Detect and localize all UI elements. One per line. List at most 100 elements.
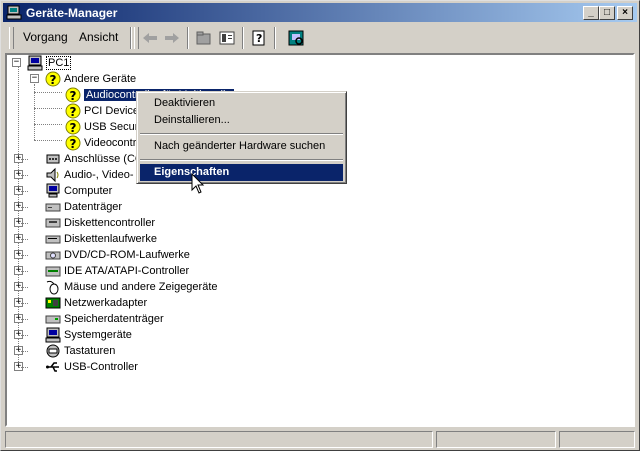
menu-item-deinstallieren[interactable]: Deinstallieren... <box>140 112 343 129</box>
usb-icon <box>46 362 59 372</box>
network-adapter-icon <box>45 297 61 309</box>
status-pane-main <box>5 431 433 448</box>
status-bar <box>5 431 635 448</box>
close-button[interactable]: × <box>617 6 633 20</box>
properties-view-icon <box>219 31 235 45</box>
tree-item-label: IDE ATA/ATAPI-Controller <box>64 265 190 277</box>
mouse-icon <box>46 280 59 295</box>
window-title: Geräte-Manager <box>26 6 118 20</box>
tree-item-andere-geraete[interactable]: ? Andere Geräte <box>45 71 136 87</box>
scan-hardware-icon <box>288 30 304 46</box>
tree-item-category[interactable]: Mäuse und andere Zeigegeräte <box>45 279 218 295</box>
tree-item-label: Systemgeräte <box>64 329 132 341</box>
tree-item-category[interactable]: Computer <box>45 183 112 199</box>
warning-device-icon: ? <box>65 135 81 151</box>
warning-device-icon: ? <box>65 103 81 119</box>
tree-line <box>34 108 62 109</box>
tree-item-category[interactable]: Speicherdatenträger <box>45 311 164 327</box>
mouse-pointer-icon <box>191 173 205 194</box>
help-button[interactable]: ? <box>249 29 269 47</box>
svg-text:?: ? <box>256 32 262 45</box>
tree-item-category[interactable]: IDE ATA/ATAPI-Controller <box>45 263 189 279</box>
status-pane-2 <box>436 431 556 448</box>
tree-line <box>18 335 28 336</box>
tree-view-icon <box>196 31 211 45</box>
tree-line <box>18 223 28 224</box>
tree-line <box>18 207 28 208</box>
system-device-icon <box>45 327 61 343</box>
tree-item-category[interactable]: Systemgeräte <box>45 327 132 343</box>
floppy-drive-icon <box>45 235 61 244</box>
unknown-device-icon: ? <box>45 71 61 87</box>
device-manager-window: Geräte-Manager _ □ × Vorgang Ansicht ? −… <box>0 0 640 451</box>
menu-ansicht[interactable]: Ansicht <box>79 30 118 44</box>
back-button[interactable] <box>140 29 160 47</box>
tree-line <box>18 319 28 320</box>
tree-line <box>18 287 28 288</box>
collapse-toggle[interactable]: − <box>30 74 39 83</box>
svg-text:?: ? <box>70 121 77 135</box>
toolbar-separator-3 <box>242 27 244 49</box>
context-menu: Deaktivieren Deinstallieren... Nach geän… <box>136 91 347 184</box>
maximize-button[interactable]: □ <box>599 6 615 20</box>
tree-line <box>18 367 28 368</box>
title-bar[interactable]: Geräte-Manager _ □ × <box>3 3 637 22</box>
menu-item-hardware-suchen[interactable]: Nach geänderter Hardware suchen <box>140 138 343 155</box>
tree-line <box>18 191 28 192</box>
computer-icon <box>46 183 60 198</box>
menu-item-deaktivieren[interactable]: Deaktivieren <box>140 95 343 112</box>
toolbar-separator-4 <box>274 27 276 49</box>
port-icon <box>46 154 60 164</box>
svg-text:?: ? <box>50 73 57 87</box>
ide-controller-icon <box>45 266 61 277</box>
tree-item-label: USB-Controller <box>64 361 138 373</box>
tree-item-label: Computer <box>64 185 113 197</box>
tree-item-label: PCI Device <box>84 105 140 117</box>
tree-item-pci-device[interactable]: ? PCI Device <box>65 103 139 119</box>
menu-separator <box>140 159 343 161</box>
tree-line <box>18 255 28 256</box>
forward-button[interactable] <box>162 29 182 47</box>
toolbar-grip[interactable] <box>9 27 14 49</box>
tree-item-category[interactable]: USB-Controller <box>45 359 138 375</box>
tree-item-label: Diskettencontroller <box>64 217 156 229</box>
tree-line <box>18 351 28 352</box>
tree-line <box>18 175 28 176</box>
tree-line <box>18 239 28 240</box>
tree-item-category[interactable]: DVD/CD-ROM-Laufwerke <box>45 247 190 263</box>
tree-item-category[interactable]: Datenträger <box>45 199 122 215</box>
back-arrow-icon <box>143 33 157 43</box>
warning-device-icon: ? <box>65 87 81 103</box>
tree-item-category[interactable]: Diskettenlaufwerke <box>45 231 157 247</box>
tree-root[interactable]: PC1 <box>27 55 72 71</box>
tree-item-label: DVD/CD-ROM-Laufwerke <box>64 249 190 261</box>
tree-item-label: Speicherdatenträger <box>64 313 164 325</box>
root-label: PC1 <box>46 56 72 70</box>
tree-item-category[interactable]: Diskettencontroller <box>45 215 155 231</box>
tree-item-label: Netzwerkadapter <box>64 297 148 309</box>
tree-line <box>18 271 28 272</box>
toolbar-separator <box>130 27 132 49</box>
computer-icon <box>27 55 43 71</box>
speaker-icon <box>46 167 59 183</box>
svg-text:?: ? <box>70 89 77 103</box>
minimize-button[interactable]: _ <box>583 6 599 20</box>
toolbar-grip-2[interactable] <box>134 27 139 49</box>
svg-text:?: ? <box>70 137 77 151</box>
scan-hardware-button[interactable] <box>286 29 306 47</box>
menu-vorgang[interactable]: Vorgang <box>23 30 68 44</box>
menu-item-eigenschaften[interactable]: Eigenschaften <box>140 164 343 181</box>
collapse-toggle[interactable]: − <box>12 58 21 67</box>
tree-item-category[interactable]: Tastaturen <box>45 343 115 359</box>
tree-view-button[interactable] <box>194 29 214 47</box>
disk-drive-icon <box>45 203 61 212</box>
tree-item-category[interactable]: Netzwerkadapter <box>45 295 147 311</box>
warning-device-icon: ? <box>65 119 81 135</box>
keyboard-icon <box>46 344 60 358</box>
tree-item-label: Mäuse und andere Zeigegeräte <box>64 281 218 293</box>
tree-line <box>34 140 62 141</box>
tree-item-label: Datenträger <box>64 201 123 213</box>
floppy-controller-icon <box>45 218 61 228</box>
properties-view-button[interactable] <box>217 29 237 47</box>
menu-toolbar: Vorgang Ansicht ? <box>3 25 637 51</box>
